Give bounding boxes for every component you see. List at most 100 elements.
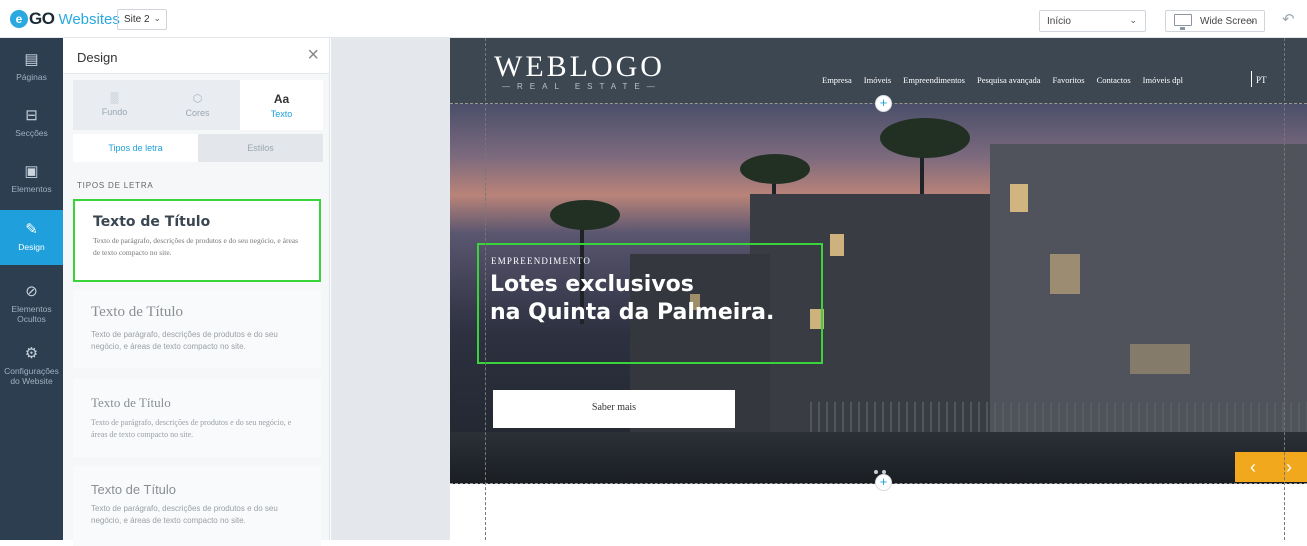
close-icon[interactable]: ×: [307, 44, 319, 67]
logo-websites: Websites: [58, 10, 120, 28]
sections-icon: ⊟: [25, 107, 38, 124]
nav-item-label: Elementos Ocultos: [11, 304, 52, 324]
nav-item-label: Elementos: [11, 184, 52, 194]
undo-icon[interactable]: ↶: [1282, 10, 1295, 28]
site-logo[interactable]: WEBLOGO: [494, 50, 665, 84]
palm-tree: [550, 200, 620, 230]
chevron-left-icon[interactable]: ‹: [1250, 457, 1256, 478]
font-option-title: Texto de Título: [91, 304, 183, 320]
tab-label: Texto: [270, 109, 293, 119]
tab-background[interactable]: ▒ Fundo: [73, 80, 156, 130]
nav-item-label: Configurações do Website: [4, 366, 59, 386]
section-guide: [485, 38, 486, 540]
pages-icon: ▤: [24, 51, 39, 68]
learn-more-button[interactable]: Saber mais: [493, 390, 735, 428]
nav-item-label: Design: [18, 242, 45, 252]
monitor-icon: [1174, 14, 1192, 30]
screen-size-select[interactable]: Wide Screen ⌄: [1165, 10, 1265, 32]
window: [1010, 184, 1028, 212]
building: [990, 144, 1307, 434]
menu-item[interactable]: Favoritos: [1053, 75, 1085, 85]
chevron-down-icon: ⌄: [1129, 15, 1137, 25]
tab-colors[interactable]: ⬡ Cores: [156, 80, 239, 130]
hero-title-line: na Quinta da Palmeira.: [490, 300, 775, 325]
font-option-body: Texto de parágrafo, descrições de produt…: [91, 330, 278, 351]
site-select[interactable]: Site 2 ⌄: [117, 9, 167, 30]
nav-item-label: Páginas: [16, 72, 47, 82]
nav-item-website-settings[interactable]: ⚙ Configurações do Website: [0, 340, 63, 402]
canvas-gutter: [331, 38, 450, 540]
background-icon: ▒: [110, 92, 119, 104]
logo-mark: e: [10, 10, 28, 28]
site-select-value: Site 2: [124, 14, 150, 25]
panel-title: Design: [77, 50, 118, 65]
tab-label: Fundo: [101, 107, 128, 117]
site-header[interactable]: WEBLOGO —REAL ESTATE— Empresa Imóveis Em…: [450, 38, 1307, 104]
font-option-body: Texto de parágrafo, descrições de produt…: [91, 504, 278, 525]
page-select-value: Início: [1047, 16, 1071, 27]
hero-kicker[interactable]: EMPREENDIMENTO: [491, 256, 591, 266]
menu-item[interactable]: Imóveis: [864, 75, 891, 85]
nav-item-elements[interactable]: ▣ Elementos: [0, 156, 63, 206]
text-icon: Aa: [273, 92, 290, 106]
menu-item[interactable]: Imóveis dpl: [1143, 75, 1183, 85]
window: [830, 234, 844, 256]
nav-item-hidden-elements[interactable]: ⊘ Elementos Ocultos: [0, 278, 63, 328]
section-guide: [1284, 38, 1285, 540]
nav-item-pages[interactable]: ▤ Páginas: [0, 46, 63, 96]
nav-item-sections[interactable]: ⊟ Secções: [0, 100, 63, 150]
elements-icon: ▣: [24, 163, 39, 180]
ego-logo[interactable]: e GO Websites: [10, 9, 120, 29]
pencil-icon: ✎: [25, 221, 38, 238]
left-sidebar: ▤ Páginas ⊟ Secções ▣ Elementos ✎ Design…: [0, 38, 63, 540]
subtab-fonts[interactable]: Tipos de letra: [73, 134, 198, 162]
hero-title-line: Lotes exclusivos: [490, 272, 694, 297]
font-option-card[interactable]: Texto de Título Texto de parágrafo, desc…: [73, 466, 321, 546]
chevron-down-icon: ⌄: [153, 13, 161, 23]
menu-item[interactable]: Contactos: [1097, 75, 1131, 85]
font-option-card[interactable]: Texto de Título Texto de parágrafo, desc…: [73, 199, 321, 282]
site-menu: Empresa Imóveis Empreendimentos Pesquisa…: [822, 75, 1195, 85]
menu-item[interactable]: Empresa: [822, 75, 852, 85]
website-canvas[interactable]: WEBLOGO —REAL ESTATE— Empresa Imóveis Em…: [450, 38, 1307, 540]
design-panel: Design × ▒ Fundo ⬡ Cores Aa Texto Tipos …: [63, 38, 330, 546]
font-option-title: Texto de Título: [91, 482, 177, 497]
section-label: TIPOS DE LETRA: [77, 181, 154, 190]
top-bar: e GO Websites Site 2 ⌄ Início ⌄ Wide Scr…: [0, 0, 1307, 38]
font-option-title: Texto de Título: [93, 214, 211, 230]
eye-slash-icon: ⊘: [25, 283, 38, 300]
add-section-icon[interactable]: +: [875, 474, 892, 491]
fence: [810, 402, 1307, 436]
palm-tree: [880, 118, 970, 158]
text-subtabs: Tipos de letra Estilos: [73, 134, 323, 162]
font-option-body: Texto de parágrafo, descrições de produt…: [93, 236, 299, 257]
language-switch[interactable]: PT: [1251, 71, 1267, 87]
site-logo-tagline: —REAL ESTATE—: [502, 82, 662, 91]
window: [1130, 344, 1190, 374]
paint-bucket-icon: ⬡: [192, 93, 203, 105]
logo-go: GO: [29, 9, 55, 28]
font-option-card[interactable]: Texto de Título Texto de parágrafo, desc…: [73, 379, 321, 457]
window: [1050, 254, 1080, 294]
design-tabs: ▒ Fundo ⬡ Cores Aa Texto: [73, 80, 323, 130]
slider-arrows: ‹ ›: [1235, 452, 1307, 482]
menu-item[interactable]: Pesquisa avançada: [977, 75, 1041, 85]
font-option-body: Texto de parágrafo, descrições de produt…: [91, 418, 292, 439]
page-select[interactable]: Início ⌄: [1039, 10, 1146, 32]
nav-item-label: Secções: [15, 128, 48, 138]
chevron-down-icon: ⌄: [1248, 15, 1256, 25]
chevron-right-icon[interactable]: ›: [1286, 457, 1292, 478]
slider-dot[interactable]: [874, 470, 878, 474]
hero-slider[interactable]: EMPREENDIMENTO Lotes exclusivos na Quint…: [450, 104, 1307, 484]
add-section-icon[interactable]: +: [875, 95, 892, 112]
gear-icon: ⚙: [24, 345, 39, 362]
menu-item[interactable]: Empreendimentos: [903, 75, 965, 85]
subtab-styles[interactable]: Estilos: [198, 134, 323, 162]
palm-tree: [740, 154, 810, 184]
hero-title[interactable]: Lotes exclusivos na Quinta da Palmeira.: [490, 271, 774, 327]
nav-item-design[interactable]: ✎ Design: [0, 210, 63, 265]
tab-text[interactable]: Aa Texto: [240, 80, 323, 130]
font-option-card[interactable]: Texto de Título Texto de parágrafo, desc…: [73, 290, 321, 368]
tab-label: Cores: [185, 108, 210, 118]
font-option-title: Texto de Título: [91, 395, 171, 410]
